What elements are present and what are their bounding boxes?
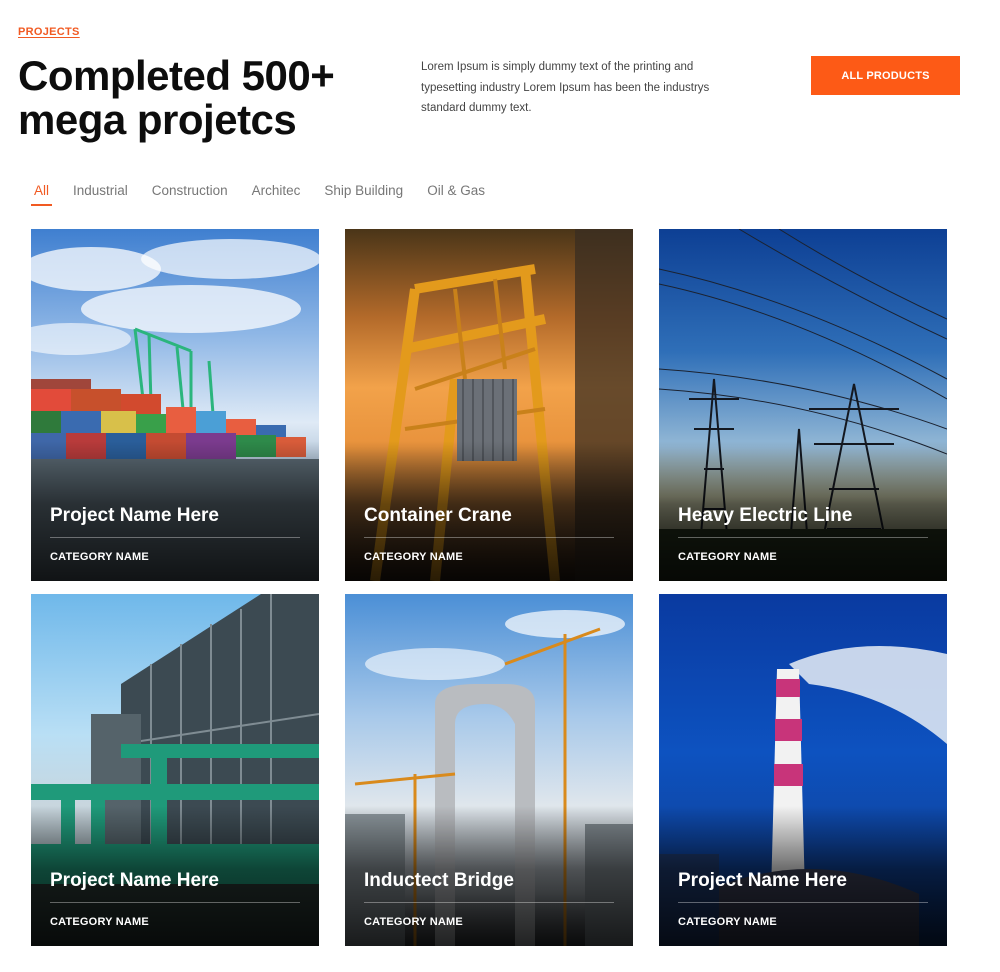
project-card[interactable]: Project Name Here CATEGORY NAME xyxy=(31,229,319,581)
headline-line-2: mega projetcs xyxy=(18,96,297,143)
card-divider xyxy=(364,537,614,538)
project-category: CATEGORY NAME xyxy=(364,916,463,928)
card-divider xyxy=(50,902,300,903)
section-eyebrow-link[interactable]: PROJECTS xyxy=(18,26,80,38)
project-category: CATEGORY NAME xyxy=(50,551,149,563)
project-card[interactable]: Project Name Here CATEGORY NAME xyxy=(659,594,947,946)
filter-tab-architec[interactable]: Architec xyxy=(249,183,304,206)
section-intro-text: Lorem Ipsum is simply dummy text of the … xyxy=(421,57,731,119)
project-category: CATEGORY NAME xyxy=(364,551,463,563)
headline-line-1: Completed 500+ xyxy=(18,52,335,99)
project-title: Project Name Here xyxy=(50,505,219,526)
card-divider xyxy=(678,537,928,538)
filter-tab-oil-gas[interactable]: Oil & Gas xyxy=(424,183,488,206)
project-card[interactable]: Container Crane CATEGORY NAME xyxy=(345,229,633,581)
card-divider xyxy=(364,902,614,903)
card-divider xyxy=(50,537,300,538)
intro-line-2: typesetting industry Lorem Ipsum has bee… xyxy=(421,81,710,94)
filter-tab-industrial[interactable]: Industrial xyxy=(70,183,131,206)
project-card[interactable]: Inductect Bridge CATEGORY NAME xyxy=(345,594,633,946)
project-category: CATEGORY NAME xyxy=(50,916,149,928)
intro-line-3: standard dummy text. xyxy=(421,102,532,114)
project-title: Heavy Electric Line xyxy=(678,505,853,526)
project-title: Project Name Here xyxy=(50,870,219,891)
section-headline: Completed 500+ mega projetcs xyxy=(18,54,398,142)
project-card[interactable]: Heavy Electric Line CATEGORY NAME xyxy=(659,229,947,581)
card-divider xyxy=(678,902,928,903)
filter-tab-construction[interactable]: Construction xyxy=(149,183,231,206)
project-filter-tabs: All Industrial Construction Architec Shi… xyxy=(31,183,506,206)
project-category: CATEGORY NAME xyxy=(678,916,777,928)
project-category: CATEGORY NAME xyxy=(678,551,777,563)
filter-tab-all[interactable]: All xyxy=(31,183,53,206)
project-title: Container Crane xyxy=(364,505,512,526)
project-title: Inductect Bridge xyxy=(364,870,514,891)
filter-tab-ship-building[interactable]: Ship Building xyxy=(321,183,406,206)
project-title: Project Name Here xyxy=(678,870,847,891)
all-products-button[interactable]: ALL PRODUCTS xyxy=(811,56,960,95)
intro-line-1: Lorem Ipsum is simply dummy text of the … xyxy=(421,61,694,73)
project-card[interactable]: Project Name Here CATEGORY NAME xyxy=(31,594,319,946)
